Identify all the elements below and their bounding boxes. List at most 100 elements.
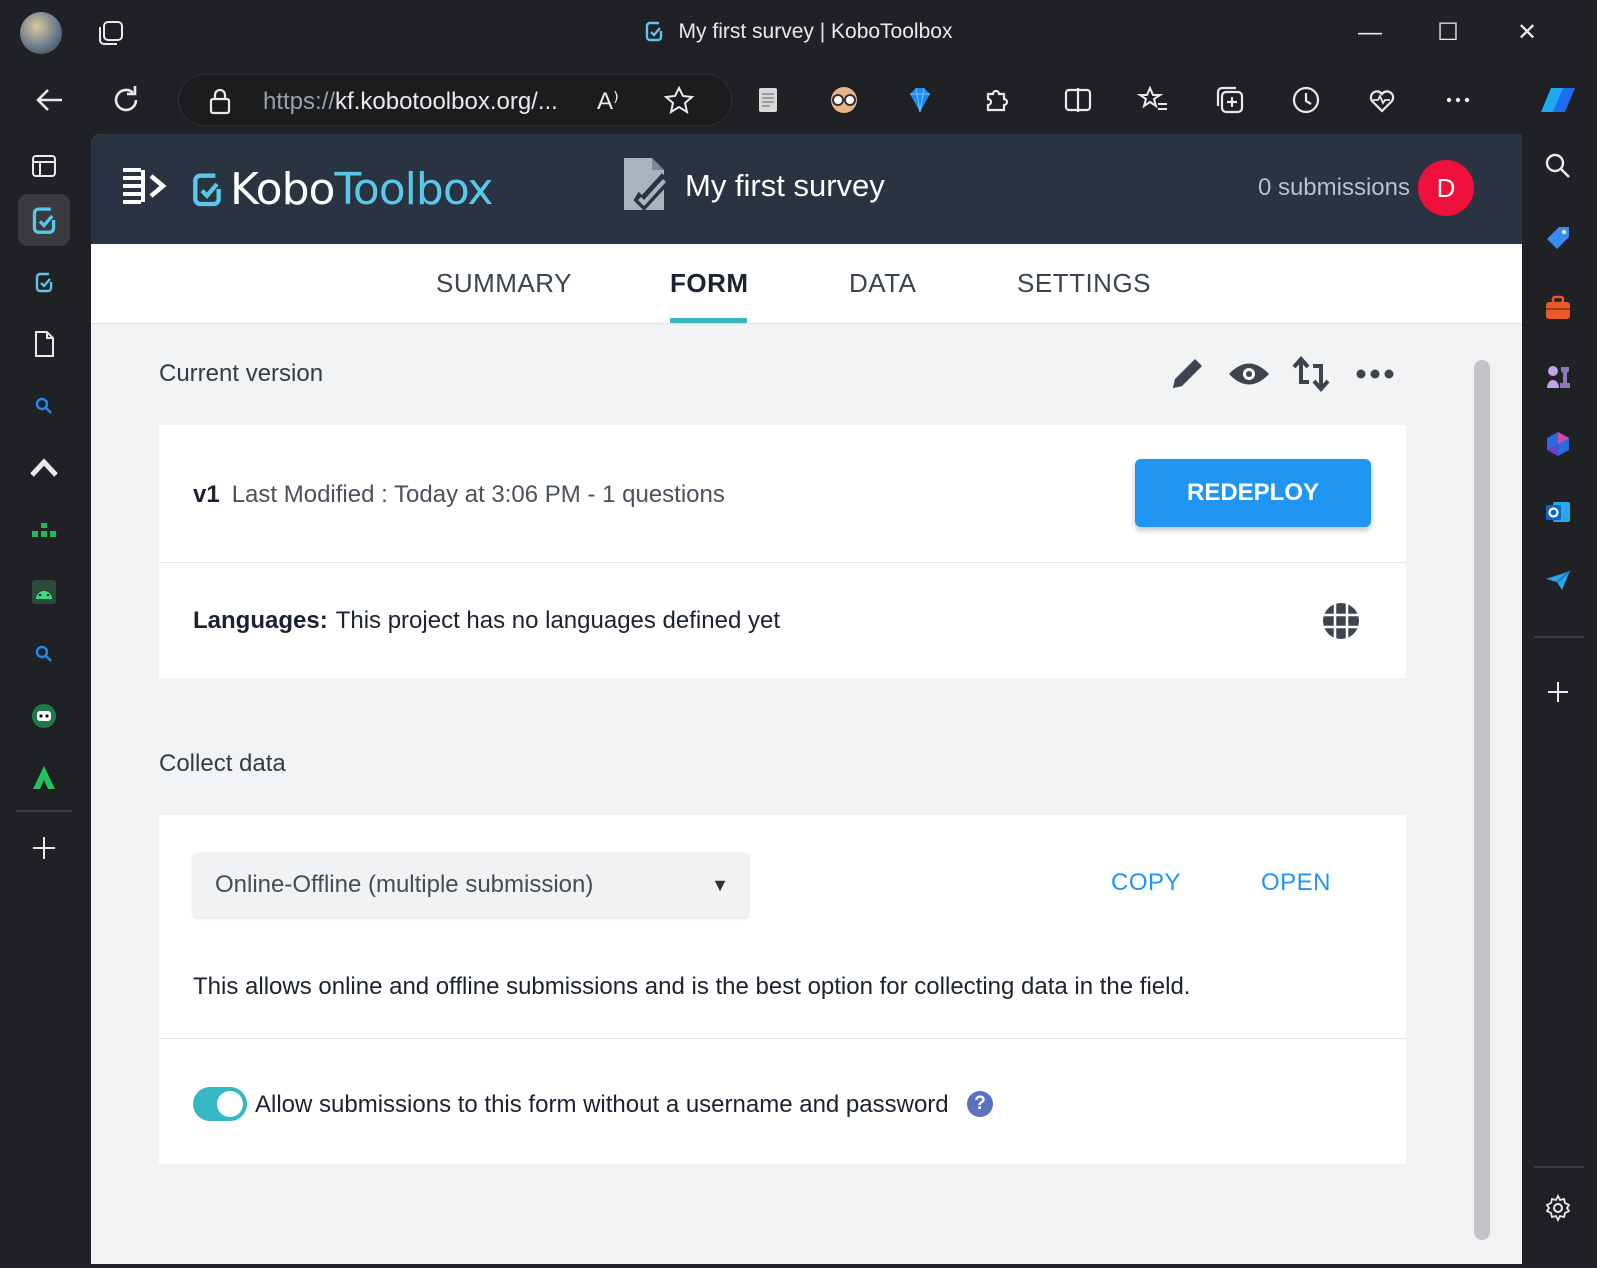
tab-android[interactable] [18,566,70,618]
collections-icon[interactable] [1212,82,1248,118]
reading-view-icon[interactable] [750,82,786,118]
plus-icon [1548,682,1568,702]
games-chess-icon [1547,366,1570,388]
sidebar-divider [1534,636,1584,638]
sidebar-shopping-button[interactable] [1536,216,1580,260]
title-bar: My first survey | KoboToolbox — ☐ ✕ [0,0,1597,66]
split-screen-icon[interactable] [1060,82,1096,118]
version-info: v1 Last Modified : Today at 3:06 PM - 1 q… [193,481,725,509]
help-icon[interactable]: ? [967,1091,993,1117]
more-dots-icon [1356,369,1394,379]
extensions-puzzle-icon[interactable] [978,82,1014,118]
sidebar-settings-button[interactable] [1536,1186,1580,1230]
tab-data[interactable]: DATA [849,268,916,299]
tab-robot[interactable] [18,690,70,742]
collect-data-heading: Collect data [159,750,286,777]
maximize-button[interactable]: ☐ [1433,18,1463,48]
tab-kobotoolbox-active[interactable] [18,194,70,246]
history-icon[interactable] [1288,82,1324,118]
address-bar[interactable]: https://kf.kobotoolbox.org/... A⁾ [178,74,732,126]
sidebar-divider [1534,1166,1584,1168]
collect-method-value: Online-Offline (multiple submission) [215,871,594,898]
sidebar-tools-button[interactable] [1536,286,1580,330]
redeploy-button[interactable]: REDEPLOY [1135,459,1371,527]
more-actions-button[interactable] [1353,352,1397,396]
sidebar-panel-icon [32,155,56,177]
project-tabs: SUMMARY FORM DATA SETTINGS [91,244,1522,324]
kobo-header: KoboToolbox My first survey 0 submission… [91,134,1522,244]
browser-essentials-icon[interactable] [1364,82,1400,118]
window-title-text: My first survey | KoboToolbox [678,20,953,43]
tab-summary[interactable]: SUMMARY [436,268,572,299]
menu-toggle-icon[interactable] [119,164,169,214]
eye-icon [1229,363,1269,385]
kobo-tab-icon [35,272,53,293]
extension-glasses-icon[interactable] [826,82,862,118]
tab-caret-site[interactable] [18,442,70,494]
kobo-favicon-icon [645,21,662,42]
url-text[interactable]: https://kf.kobotoolbox.org/... [263,88,558,116]
more-menu-icon[interactable] [1440,82,1476,118]
outlook-icon [1546,502,1570,522]
search-tab-icon [35,645,52,662]
toolbox-icon [1546,295,1570,319]
edit-form-button[interactable] [1165,352,1209,396]
survey-title: My first survey [685,168,885,203]
anonymous-submissions-toggle[interactable] [193,1087,247,1121]
tab-document[interactable] [18,318,70,370]
kobo-tab-icon [32,207,56,234]
languages-text: This project has no languages defined ye… [335,607,780,634]
tab-settings[interactable]: SETTINGS [1017,268,1151,299]
sidebar-search-button[interactable] [1536,144,1580,188]
tab-green-blocks[interactable] [18,504,70,556]
collect-method-row: Online-Offline (multiple submission) ▼ C… [159,815,1406,1039]
tab-search-1[interactable] [18,380,70,432]
back-arrow-icon[interactable] [32,82,68,118]
favorites-icon[interactable] [1136,82,1172,118]
pencil-icon [1173,359,1202,388]
caret-logo-icon [30,458,58,477]
tab-kobotoolbox-2[interactable] [18,256,70,308]
tab-green-a[interactable] [18,752,70,804]
sidebar-add-button[interactable] [1536,670,1580,714]
collect-method-select[interactable]: Online-Offline (multiple submission) ▼ [193,853,749,917]
url-host: kf.kobotoolbox.org/... [335,88,558,115]
tab-form[interactable]: FORM [670,268,749,299]
sidebar-outlook-button[interactable] [1536,490,1580,534]
read-aloud-icon[interactable]: A⁾ [597,87,619,116]
kobotoolbox-logo[interactable]: KoboToolbox [192,163,493,215]
globe-icon[interactable] [1321,601,1361,641]
robot-icon [32,704,56,728]
plus-icon [33,837,55,859]
new-tab-button[interactable] [18,822,70,874]
sidebar-games-button[interactable] [1536,354,1580,398]
favorite-star-icon[interactable] [663,85,695,117]
replace-form-button[interactable] [1289,352,1333,396]
collect-method-description: This allows online and offline submissio… [193,973,1191,1000]
logo-kobo-text: Kobo [230,163,335,215]
version-card: v1 Last Modified : Today at 3:06 PM - 1 q… [159,425,1406,678]
extension-gem-icon[interactable] [902,82,938,118]
collect-card: Online-Offline (multiple submission) ▼ C… [159,815,1406,1164]
dropdown-caret-icon: ▼ [711,875,729,895]
refresh-icon[interactable] [108,82,144,118]
logo-wordmark: KoboToolbox [230,163,493,215]
user-avatar[interactable]: D [1418,160,1474,216]
sidebar-copilot-button[interactable] [1536,422,1580,466]
kobo-page: KoboToolbox My first survey 0 submission… [91,134,1522,1264]
tab-search-2[interactable] [18,628,70,680]
preview-form-button[interactable] [1227,352,1271,396]
lock-icon[interactable] [207,87,233,115]
open-link-button[interactable]: OPEN [1261,869,1331,897]
copy-link-button[interactable]: COPY [1111,869,1181,897]
copilot-icon[interactable] [1535,82,1579,118]
search-tab-icon [35,397,52,414]
green-a-logo-icon [33,766,55,789]
minimize-button[interactable]: — [1355,18,1385,48]
tab-panel-toggle[interactable] [18,140,70,192]
page-scrollbar[interactable] [1474,360,1490,1240]
close-button[interactable]: ✕ [1512,18,1542,48]
last-modified-text: Last Modified : Today at 3:06 PM - 1 que… [231,481,725,508]
sidebar-divider [16,810,72,812]
sidebar-telegram-button[interactable] [1536,558,1580,602]
